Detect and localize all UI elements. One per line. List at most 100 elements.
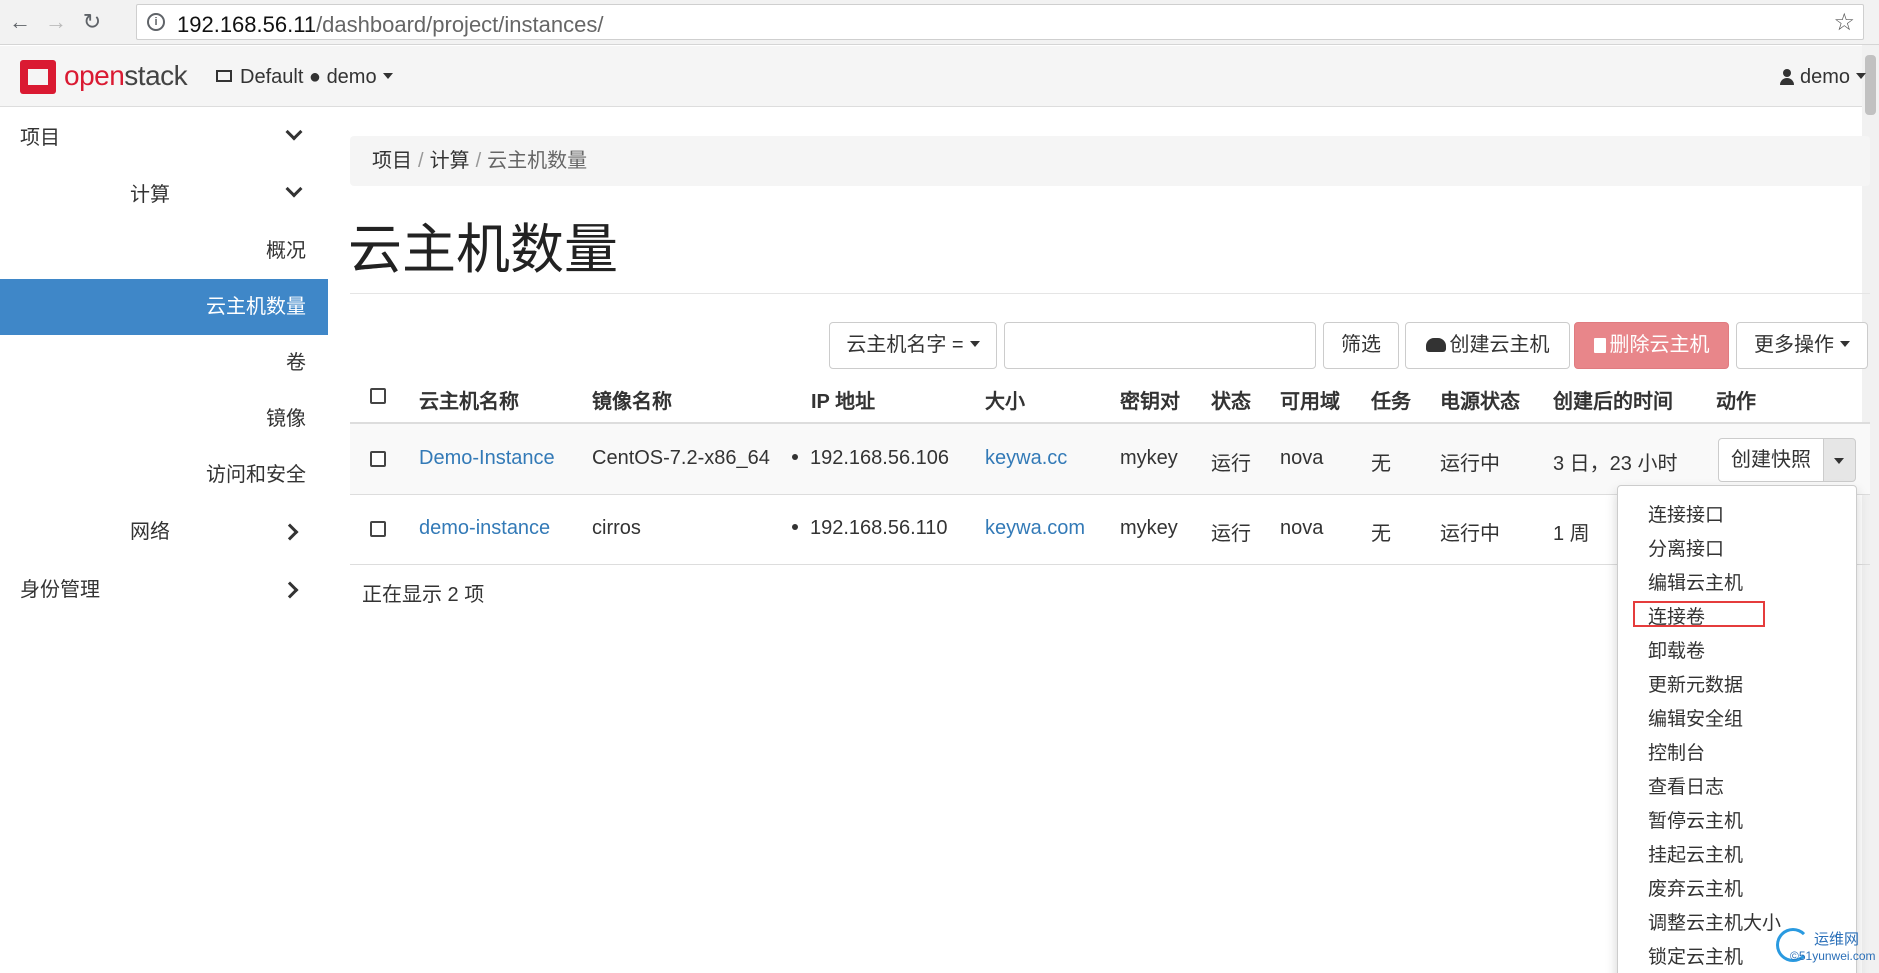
ip-address: 192.168.56.110 [792, 517, 948, 540]
filter-field-label: 云主机名字 = [846, 334, 964, 356]
sidebar-item-project[interactable]: 项目 [0, 110, 328, 166]
project-switcher[interactable]: Default ● demo [216, 66, 393, 89]
menu-item-edit-security-groups[interactable]: 编辑安全组 [1648, 704, 1743, 731]
column-header-power[interactable]: 电源状态 [1440, 385, 1520, 414]
menu-item-update-metadata[interactable]: 更新元数据 [1648, 670, 1743, 697]
openstack-logo-text[interactable]: openstack [64, 60, 188, 92]
user-name: demo [1800, 66, 1851, 88]
filter-input[interactable] [1004, 322, 1316, 369]
menu-item-shelve-instance[interactable]: 废弃云主机 [1648, 874, 1743, 901]
sidebar-item-identity[interactable]: 身份管理 [0, 562, 328, 618]
user-icon [1780, 69, 1794, 85]
project-list-icon [216, 70, 232, 82]
flavor-link[interactable]: keywa.com [985, 517, 1085, 540]
logo-open: open [64, 60, 125, 91]
sidebar-item-network[interactable]: 网络 [0, 504, 328, 560]
create-instance-button[interactable]: 创建云主机 [1405, 322, 1570, 369]
column-header-actions: 动作 [1716, 391, 1756, 413]
back-icon[interactable]: ← [6, 8, 34, 36]
url-text: 192.168.56.11/dashboard/project/instance… [177, 12, 603, 38]
watermark-line1: 运维网 [1814, 931, 1860, 948]
filter-button[interactable]: 筛选 [1323, 322, 1399, 369]
row-actions-dropdown-toggle[interactable] [1823, 438, 1856, 482]
more-actions-button[interactable]: 更多操作 [1736, 322, 1868, 369]
column-header-name[interactable]: 云主机名称 [419, 385, 519, 414]
more-actions-label: 更多操作 [1754, 334, 1834, 356]
reload-icon[interactable]: ↻ [78, 8, 106, 36]
menu-item-attach-volume[interactable]: 连接卷 [1648, 602, 1705, 629]
scrollbar-thumb[interactable] [1865, 55, 1876, 115]
sidebar-item-label: 概况 [266, 240, 306, 262]
menu-item-edit-instance[interactable]: 编辑云主机 [1648, 568, 1743, 595]
menu-item-suspend-instance[interactable]: 挂起云主机 [1648, 840, 1743, 867]
select-all-checkbox[interactable] [370, 388, 386, 404]
page-title: 云主机数量 [348, 220, 618, 280]
project-switcher-label: Default ● demo [240, 66, 377, 88]
menu-item-detach-interface[interactable]: 分离接口 [1648, 534, 1724, 561]
age: 3 日，23 小时 [1553, 453, 1678, 475]
status: 运行 [1211, 453, 1251, 475]
chevron-right-icon [281, 523, 299, 541]
sidebar-item-label: 云主机数量 [206, 296, 306, 318]
menu-item-view-log[interactable]: 查看日志 [1648, 772, 1724, 799]
chevron-down-icon [285, 180, 303, 198]
delete-instance-button[interactable]: 删除云主机 [1574, 322, 1729, 369]
sidebar-item-instances[interactable]: 云主机数量 [0, 279, 328, 335]
power-state: 运行中 [1440, 523, 1500, 545]
sidebar-item-compute[interactable]: 计算 [0, 167, 328, 223]
sidebar-item-label: 镜像 [266, 408, 306, 430]
openstack-logo-icon[interactable] [20, 60, 56, 94]
keypair: mykey [1120, 517, 1178, 539]
chevron-down-icon [1840, 341, 1850, 347]
trash-icon [1593, 338, 1606, 353]
menu-item-console[interactable]: 控制台 [1648, 738, 1705, 765]
bookmark-star-icon[interactable]: ☆ [1833, 8, 1855, 37]
age: 1 周 [1553, 523, 1590, 545]
forward-icon[interactable]: → [42, 8, 70, 36]
info-icon[interactable]: i [147, 13, 165, 31]
breadcrumb-separator: / [418, 150, 424, 172]
sidebar-item-volumes[interactable]: 卷 [0, 335, 328, 391]
column-header-status[interactable]: 状态 [1211, 385, 1251, 414]
column-header-image[interactable]: 镜像名称 [592, 385, 672, 414]
url-path: /dashboard/project/instances/ [316, 12, 604, 37]
menu-item-pause-instance[interactable]: 暂停云主机 [1648, 806, 1743, 833]
column-header-ip[interactable]: IP 地址 [811, 385, 875, 414]
chevron-right-icon [281, 581, 299, 599]
sidebar-item-label: 身份管理 [20, 579, 100, 601]
sidebar-item-images[interactable]: 镜像 [0, 391, 328, 447]
address-bar[interactable]: i 192.168.56.11/dashboard/project/instan… [136, 4, 1864, 40]
column-header-age[interactable]: 创建后的时间 [1553, 385, 1673, 414]
row-checkbox[interactable] [370, 521, 386, 537]
sidebar-item-access-security[interactable]: 访问和安全 [0, 447, 328, 503]
column-header-task[interactable]: 任务 [1371, 385, 1411, 414]
sidebar: 项目 计算 概况 云主机数量 卷 镜像 访问和安全 网络 身份管理 [0, 107, 328, 973]
ip-address-value: 192.168.56.106 [810, 447, 950, 469]
sidebar-item-overview[interactable]: 概况 [0, 223, 328, 279]
breadcrumb-item[interactable]: 计算 [430, 150, 470, 172]
image-name: cirros [592, 517, 641, 539]
menu-item-attach-interface[interactable]: 连接接口 [1648, 500, 1724, 527]
instance-name-link[interactable]: Demo-Instance [419, 447, 555, 470]
column-header-size[interactable]: 大小 [985, 385, 1025, 414]
column-header-keypair[interactable]: 密钥对 [1120, 385, 1180, 414]
user-menu[interactable]: demo [1780, 66, 1867, 89]
chevron-down-icon [382, 73, 393, 79]
menu-item-detach-volume[interactable]: 卸载卷 [1648, 636, 1705, 663]
filter-field-select[interactable]: 云主机名字 = [829, 322, 997, 369]
menu-item-lock-instance[interactable]: 锁定云主机 [1648, 942, 1743, 969]
breadcrumb-item[interactable]: 项目 [372, 150, 412, 172]
flavor-link[interactable]: keywa.cc [985, 447, 1067, 470]
sidebar-item-label: 网络 [130, 521, 170, 543]
instance-name-link[interactable]: demo-instance [419, 517, 550, 540]
status: 运行 [1211, 523, 1251, 545]
bullet-icon [792, 524, 798, 530]
menu-item-resize-instance[interactable]: 调整云主机大小 [1648, 908, 1781, 935]
create-snapshot-button[interactable]: 创建快照 [1718, 438, 1824, 482]
column-header-zone[interactable]: 可用域 [1280, 385, 1340, 414]
row-checkbox[interactable] [370, 451, 386, 467]
sidebar-item-label: 访问和安全 [206, 464, 306, 486]
create-instance-label: 创建云主机 [1449, 334, 1550, 356]
breadcrumb-current: 云主机数量 [487, 150, 588, 172]
ip-address-value: 192.168.56.110 [810, 517, 948, 539]
